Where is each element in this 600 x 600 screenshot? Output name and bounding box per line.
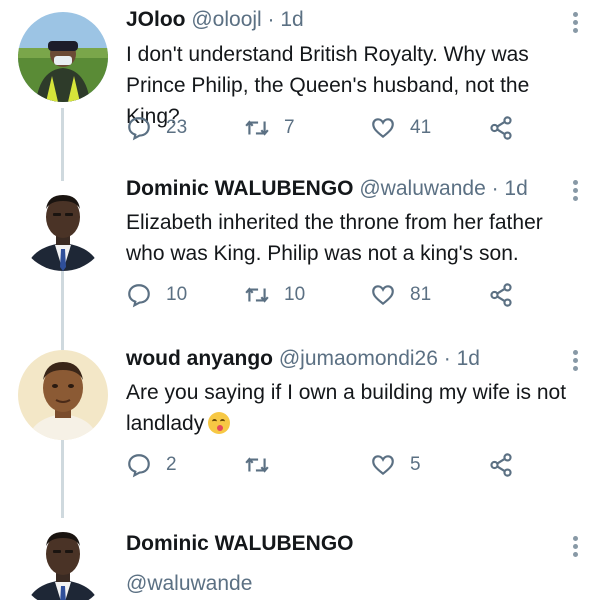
share-button[interactable] bbox=[488, 113, 528, 143]
avatar[interactable] bbox=[18, 12, 108, 102]
thread-line bbox=[61, 271, 64, 338]
retweet-button[interactable]: 10 bbox=[244, 280, 305, 310]
tweet-time: · 1d bbox=[485, 177, 528, 200]
tweet-header: JOloo @oloojl · 1d bbox=[126, 8, 304, 32]
retweet-icon bbox=[245, 287, 269, 303]
thread-line bbox=[61, 440, 64, 510]
like-button[interactable]: 81 bbox=[370, 280, 431, 310]
tweet[interactable]: JOloo @oloojl · 1d I don't understand Br… bbox=[0, 0, 600, 168]
author-handle[interactable]: @waluwande bbox=[126, 572, 252, 595]
like-count: 41 bbox=[410, 117, 432, 138]
thread-line bbox=[61, 168, 64, 181]
avatar[interactable] bbox=[18, 350, 108, 440]
reply-button[interactable]: 23 bbox=[126, 113, 187, 143]
reply-icon bbox=[128, 284, 150, 308]
like-button[interactable]: 5 bbox=[370, 450, 421, 480]
reply-count: 2 bbox=[166, 454, 177, 475]
tweet[interactable]: woud anyango @jumaomondi26 · 1d Are you … bbox=[0, 338, 600, 510]
reply-button[interactable]: 2 bbox=[126, 450, 177, 480]
author-name[interactable]: JOloo bbox=[126, 8, 186, 31]
heart-icon bbox=[372, 285, 394, 306]
retweet-icon bbox=[245, 120, 269, 136]
tweet-text-content: Are you saying if I own a building my wi… bbox=[126, 381, 567, 435]
tweet-header: woud anyango @jumaomondi26 · 1d bbox=[126, 347, 480, 371]
author-name[interactable]: Dominic WALUBENGO bbox=[126, 532, 354, 555]
retweet-button[interactable]: 7 bbox=[244, 113, 295, 143]
tweet-text: Are you saying if I own a building my wi… bbox=[126, 377, 581, 439]
author-handle[interactable]: @jumaomondi26 bbox=[279, 347, 438, 370]
share-button[interactable] bbox=[488, 450, 528, 480]
author-name[interactable]: Dominic WALUBENGO bbox=[126, 177, 354, 200]
retweet-count: 7 bbox=[284, 117, 295, 138]
more-icon[interactable] bbox=[570, 180, 580, 204]
tweet-actions: 2 5 bbox=[126, 450, 586, 480]
share-button[interactable] bbox=[488, 280, 528, 310]
tweet-actions: 10 10 81 bbox=[126, 280, 586, 310]
author-handle[interactable]: @waluwande bbox=[359, 177, 485, 200]
reply-icon bbox=[128, 454, 150, 478]
like-button[interactable]: 41 bbox=[370, 113, 431, 143]
share-icon bbox=[490, 453, 512, 477]
more-icon[interactable] bbox=[570, 12, 580, 36]
avatar[interactable] bbox=[18, 181, 108, 271]
avatar[interactable] bbox=[18, 518, 108, 600]
tweet[interactable]: Dominic WALUBENGO @waluwande bbox=[0, 510, 600, 600]
retweet-count: 10 bbox=[284, 284, 306, 305]
tweet-actions: 23 7 41 bbox=[126, 113, 586, 143]
author-name[interactable]: woud anyango bbox=[126, 347, 273, 370]
more-icon[interactable] bbox=[570, 536, 580, 560]
heart-icon bbox=[372, 455, 394, 476]
retweet-button[interactable] bbox=[244, 450, 284, 480]
reply-icon bbox=[128, 117, 150, 141]
like-count: 81 bbox=[410, 284, 432, 305]
tweet-header: Dominic WALUBENGO @waluwande · 1d bbox=[126, 177, 528, 201]
thread-line bbox=[61, 108, 64, 168]
retweet-icon bbox=[245, 457, 269, 473]
tweet-header: Dominic WALUBENGO bbox=[126, 532, 354, 556]
reply-button[interactable]: 10 bbox=[126, 280, 187, 310]
reply-count: 10 bbox=[166, 284, 188, 305]
more-icon[interactable] bbox=[570, 350, 580, 374]
tweet[interactable]: Dominic WALUBENGO @waluwande · 1d Elizab… bbox=[0, 168, 600, 338]
heart-icon bbox=[372, 118, 394, 139]
thread-line bbox=[61, 338, 64, 350]
author-handle[interactable]: @oloojl bbox=[191, 8, 261, 31]
reply-count: 23 bbox=[166, 117, 188, 138]
like-count: 5 bbox=[410, 454, 421, 475]
tweet-subheader: @waluwande bbox=[126, 572, 252, 596]
face-savoring-food-icon bbox=[208, 412, 231, 434]
share-icon bbox=[490, 283, 512, 307]
tweet-time: · 1d bbox=[437, 347, 480, 370]
thread-line bbox=[61, 510, 64, 518]
share-icon bbox=[490, 116, 512, 140]
tweet-time: · 1d bbox=[261, 8, 304, 31]
tweet-text: Elizabeth inherited the throne from her … bbox=[126, 211, 543, 265]
